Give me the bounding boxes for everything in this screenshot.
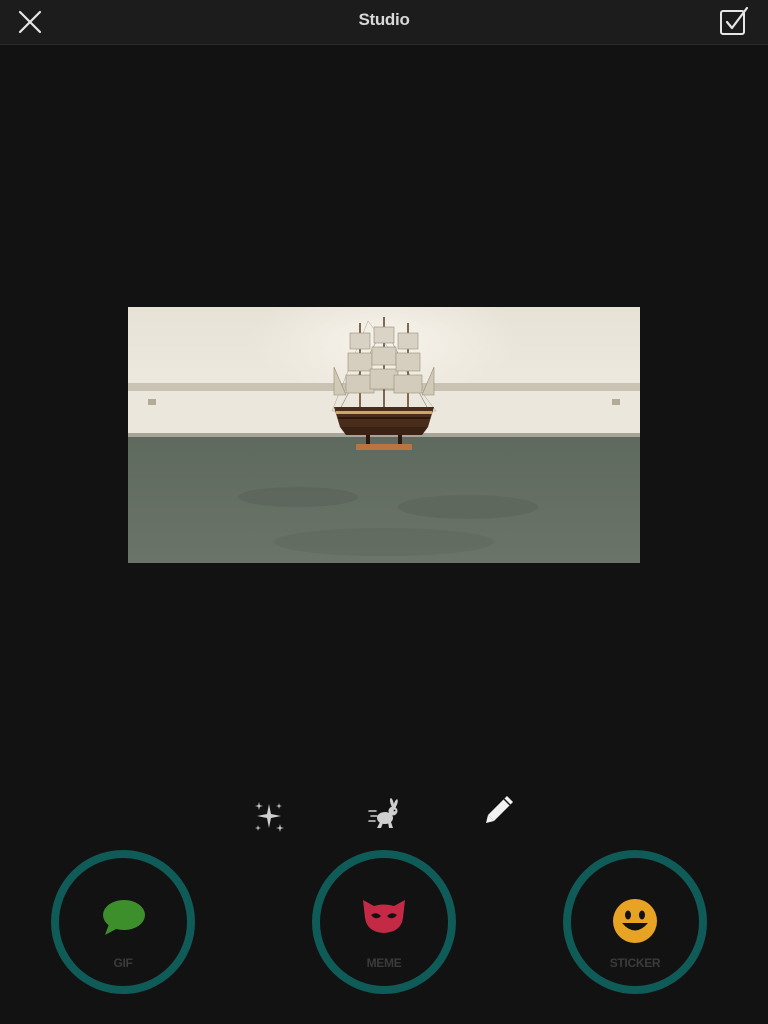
done-button[interactable] [718,6,750,38]
speech-bubble-icon [103,900,145,935]
sticker-mode-button[interactable]: STICKER [563,850,707,994]
smiley-icon [613,899,657,943]
draw-tool[interactable] [481,792,517,828]
mask-icon [363,900,405,933]
meme-mode-label: MEME [366,956,402,970]
meme-mode-button[interactable]: MEME [312,850,456,994]
top-navigation-bar: Studio [0,0,768,45]
rabbit-icon [368,798,398,828]
speed-tool[interactable] [366,797,402,833]
gif-mode-button[interactable]: GIF [51,850,195,994]
sparkles-icon [255,802,284,832]
gif-mode-label: GIF [113,956,133,970]
sticker-mode-label: STICKER [609,956,661,970]
ship-model-photo [128,307,640,563]
pencil-icon [486,796,513,823]
effects-tool[interactable] [251,798,287,834]
tool-bar [0,790,768,840]
page-title: Studio [358,10,410,29]
checkbox-checked-icon [720,6,749,35]
photo-preview[interactable] [128,307,640,563]
studio-screen: Studio GIF MEME STICKER [0,0,768,1024]
